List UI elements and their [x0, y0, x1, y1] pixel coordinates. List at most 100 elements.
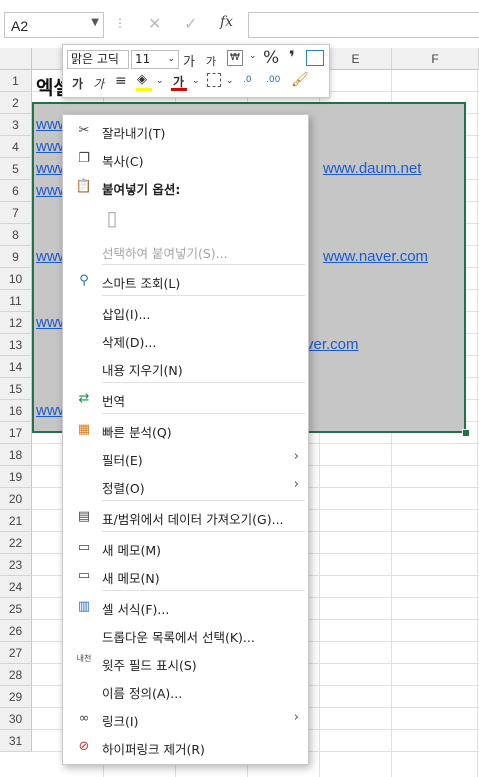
row-header[interactable]: 23 [0, 554, 32, 576]
formula-input[interactable] [248, 12, 479, 38]
row-header[interactable]: 17 [0, 422, 32, 444]
row-header[interactable]: 12 [0, 312, 32, 334]
fill-handle[interactable] [462, 429, 470, 437]
enter-icon[interactable]: ✓ [184, 14, 197, 33]
menu-item-cut[interactable]: ✂ 잘라내기(T) [63, 117, 308, 145]
menu-item-insert[interactable]: 삽입(I)... [63, 298, 308, 326]
decrease-font-icon[interactable]: 가 [206, 53, 216, 69]
menu-item-copy[interactable]: ❐ 복사(C) [63, 145, 308, 173]
row-header[interactable]: 11 [0, 290, 32, 312]
percent-style-icon[interactable]: % [263, 48, 279, 68]
row-header[interactable]: 2 [0, 92, 32, 114]
row-header[interactable]: 22 [0, 532, 32, 554]
row-header[interactable]: 19 [0, 466, 32, 488]
increase-decimal-icon[interactable]: .0 [243, 75, 252, 85]
row-header[interactable]: 26 [0, 620, 32, 642]
row-header[interactable]: 24 [0, 576, 32, 598]
row-header[interactable]: 28 [0, 664, 32, 686]
row-header[interactable]: 27 [0, 642, 32, 664]
row-header[interactable]: 13 [0, 334, 32, 356]
menu-item-format-cells[interactable]: ▥ 셀 서식(F)... [63, 593, 308, 621]
row-header[interactable]: 9 [0, 246, 32, 268]
menu-item-pick-from-dropdown[interactable]: 드롭다운 목록에서 선택(K)... [63, 621, 308, 649]
menu-item-translate[interactable]: ⇄ 번역 [63, 385, 308, 413]
menu-item-new-note[interactable]: ▭ 새 메모(N) [63, 562, 308, 590]
cancel-icon[interactable]: ✕ [148, 14, 161, 33]
chevron-down-icon[interactable]: ⌄ [156, 76, 164, 86]
italic-icon[interactable]: 가 [93, 75, 104, 92]
chevron-down-icon[interactable]: ▼ [91, 17, 99, 28]
decrease-decimal-icon[interactable]: .00 [266, 75, 280, 85]
menu-item-label: 하이퍼링크 제거(R) [102, 742, 205, 757]
font-size-select[interactable]: 11 ⌄ [131, 50, 179, 69]
comma-style-icon[interactable]: ❜ [289, 48, 295, 68]
row-header[interactable]: 30 [0, 708, 32, 730]
clipboard-icon: 📋 [75, 179, 93, 194]
row-header[interactable]: 3 [0, 114, 32, 136]
menu-item-clear-contents[interactable]: 내용 지우기(N) [63, 354, 308, 382]
chevron-down-icon[interactable]: ⌄ [226, 76, 234, 86]
menu-item-link[interactable]: ∞ 링크(I) › [63, 705, 308, 733]
row-header[interactable]: 15 [0, 378, 32, 400]
link-icon: ∞ [78, 711, 90, 726]
borders-icon[interactable] [207, 73, 221, 87]
chevron-right-icon: › [293, 477, 299, 492]
hyperlink-cell[interactable]: ver.com [306, 336, 359, 353]
format-painter-icon[interactable]: 🖌 [291, 72, 309, 88]
row-header[interactable]: 18 [0, 444, 32, 466]
insert-function-icon[interactable]: fx [220, 14, 233, 30]
row-header[interactable]: 16 [0, 400, 32, 422]
menu-item-filter[interactable]: 필터(E) › [63, 444, 308, 472]
increase-font-icon[interactable]: 가 [183, 51, 195, 70]
menu-item-paste-special[interactable]: 선택하여 붙여넣기(S)... [63, 237, 308, 265]
select-all-corner[interactable] [0, 48, 32, 70]
chevron-down-icon[interactable]: ⌄ [192, 76, 200, 86]
menu-item-smart-lookup[interactable]: ⚲ 스마트 조회(L) [63, 267, 308, 295]
menu-item-get-data-from-table[interactable]: ▤ 표/범위에서 데이터 가져오기(G)... [63, 503, 308, 531]
row-header[interactable]: 21 [0, 510, 32, 532]
row-header[interactable]: 1 [0, 70, 32, 92]
menu-separator [102, 590, 305, 591]
menu-item-new-comment[interactable]: ▭ 새 메모(M) [63, 534, 308, 562]
font-size-value: 11 [135, 52, 151, 66]
row-header[interactable]: 31 [0, 730, 32, 752]
row-header[interactable]: 10 [0, 268, 32, 290]
menu-item-define-name[interactable]: 이름 정의(A)... [63, 677, 308, 705]
row-header[interactable]: 20 [0, 488, 32, 510]
drag-handle-icon[interactable]: ⋮ [114, 16, 126, 30]
hyperlink-cell[interactable]: www.daum.net [323, 160, 421, 177]
menu-item-sort[interactable]: 정렬(O) › [63, 472, 308, 500]
new-note-icon: ▭ [77, 568, 91, 583]
chevron-down-icon[interactable]: ⌄ [249, 51, 257, 61]
row-header[interactable]: 4 [0, 136, 32, 158]
align-center-icon[interactable]: ≡ [115, 73, 127, 89]
menu-item-remove-hyperlink[interactable]: ⊘ 하이퍼링크 제거(R) [63, 733, 308, 761]
row-header[interactable]: 25 [0, 598, 32, 620]
column-header-e[interactable]: E [320, 48, 392, 70]
row-header[interactable]: 7 [0, 202, 32, 224]
menu-item-delete[interactable]: 삭제(D)... [63, 326, 308, 354]
menu-item-show-phonetic[interactable]: 내천 윗주 필드 표시(S) [63, 649, 308, 677]
menu-item-label: 붙여넣기 옵션: [102, 182, 181, 197]
fill-color-icon[interactable]: ◈ [137, 72, 147, 87]
search-icon: ⚲ [79, 273, 89, 288]
bold-icon[interactable]: 가 [72, 75, 83, 92]
accounting-format-icon[interactable]: ₩ [227, 50, 243, 66]
chevron-down-icon: ⌄ [167, 54, 175, 64]
hyperlink-cell[interactable]: www.naver.com [323, 248, 428, 265]
font-name-select[interactable]: 맑은 고딕 [67, 50, 129, 69]
row-header[interactable]: 14 [0, 356, 32, 378]
name-box[interactable]: A2 ▼ [4, 12, 104, 38]
menu-item-label: 선택하여 붙여넣기(S)... [102, 246, 228, 261]
menu-item-paste-options: 📋 붙여넣기 옵션: [63, 173, 308, 201]
row-header[interactable]: 29 [0, 686, 32, 708]
menu-item-quick-analysis[interactable]: ▦ 빠른 분석(Q) [63, 416, 308, 444]
remove-link-icon: ⊘ [78, 739, 90, 754]
wrap-text-icon[interactable] [306, 50, 324, 66]
column-header-f[interactable]: F [392, 48, 479, 70]
row-header[interactable]: 8 [0, 224, 32, 246]
row-header[interactable]: 6 [0, 180, 32, 202]
row-header[interactable]: 5 [0, 158, 32, 180]
paste-option-button[interactable]: ▯ [63, 201, 308, 235]
column-gridline [477, 70, 478, 777]
